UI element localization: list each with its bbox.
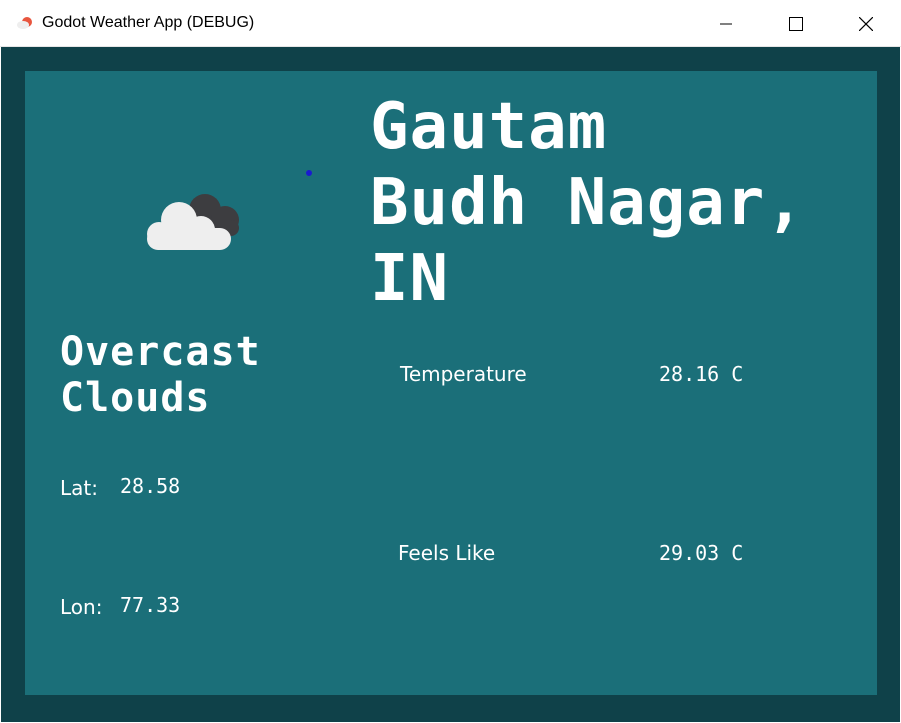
game-viewport: Gautam Budh Nagar, IN Overcast Clouds La…: [1, 47, 900, 722]
cursor-dot: [306, 170, 312, 176]
city-name: Gautam Budh Nagar, IN: [370, 89, 805, 317]
city-line: Budh Nagar,: [370, 166, 805, 240]
maximize-icon: [789, 16, 803, 31]
window-title: Godot Weather App (DEBUG): [42, 14, 255, 31]
temperature-label: Temperature: [400, 362, 527, 386]
lon-label: Lon:: [60, 595, 103, 619]
description-line: Clouds: [60, 375, 211, 421]
title-bar[interactable]: Godot Weather App (DEBUG): [0, 0, 901, 47]
city-line: Gautam: [370, 90, 608, 164]
temperature-value: 28.16 C: [659, 362, 744, 386]
minimize-button[interactable]: [691, 0, 761, 47]
close-button[interactable]: [831, 0, 901, 47]
feels-like-label: Feels Like: [398, 541, 496, 565]
lon-value: 77.33: [120, 593, 181, 617]
lat-label: Lat:: [60, 476, 98, 500]
description-line: Overcast: [60, 329, 261, 375]
app-window: Godot Weather App (DEBUG) Gautam Budh Na…: [0, 0, 901, 723]
city-line: IN: [370, 242, 450, 316]
close-icon: [859, 16, 873, 31]
weather-description: Overcast Clouds: [60, 329, 261, 421]
app-icon: [17, 17, 32, 29]
minimize-icon: [720, 23, 732, 24]
maximize-button[interactable]: [761, 0, 831, 47]
lat-value: 28.58: [120, 474, 181, 498]
cloud-overcast-icon: [147, 194, 239, 250]
feels-like-value: 29.03 C: [659, 541, 744, 565]
weather-panel: Gautam Budh Nagar, IN Overcast Clouds La…: [25, 71, 877, 695]
